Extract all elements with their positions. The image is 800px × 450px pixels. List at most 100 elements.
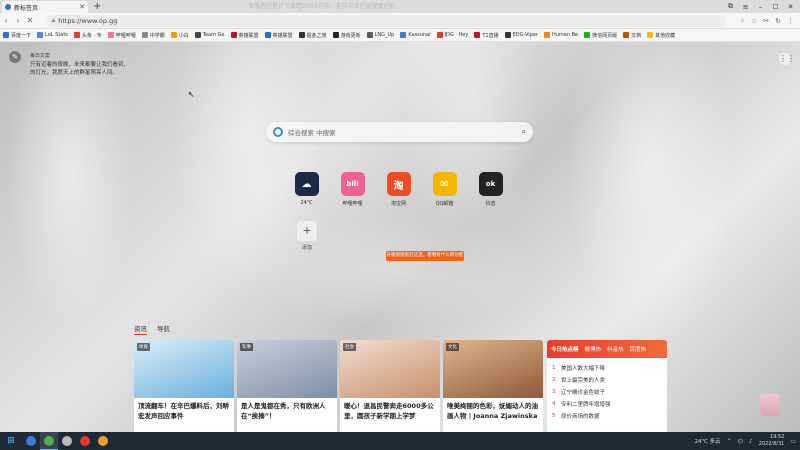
back-icon[interactable]: ‹: [0, 16, 12, 25]
hot-list-item[interactable]: 1 美国人数大幅下降: [552, 362, 662, 374]
tab-new-tab[interactable]: 新标签页 ✕: [2, 1, 88, 13]
qqmail-shortcut[interactable]: ✉ QQ邮箱: [430, 172, 459, 207]
news-card[interactable]: 军事 是人是鬼都在秀，只有欧洲人在“挨揍”！: [237, 340, 337, 432]
bookmark-label: T1直播: [482, 32, 499, 39]
bookmark-item[interactable]: 掘金之旅: [298, 32, 327, 39]
taskbar-app-icon[interactable]: [94, 432, 112, 450]
bookmark-label: 中学霸: [149, 32, 165, 39]
search-icon[interactable]: ⌕: [522, 127, 526, 137]
bookmark-item[interactable]: 中学霸: [141, 32, 165, 39]
news-card[interactable]: 体育顶流翻车！在辛巴爆料后，刘畊宏发声回应事件: [134, 340, 234, 432]
bookmark-favicon-icon: [436, 32, 443, 38]
taskbar-app-icon[interactable]: [76, 432, 94, 450]
app-glyph-icon: [44, 435, 54, 446]
hot-title: 专利二里牌年增增强: [561, 402, 611, 408]
shortcut-label: 抖音: [485, 201, 496, 207]
pin-icon[interactable]: ⧉: [723, 2, 738, 11]
hot-list-item[interactable]: 5 原价商场的数据: [552, 410, 662, 422]
bilibili-shortcut[interactable]: bili 哔哩哔哩: [338, 172, 367, 207]
tab-navigation[interactable]: 导航: [157, 323, 170, 335]
search-engine-icon[interactable]: [273, 127, 283, 137]
bookmark-item[interactable]: Kassunai: [400, 32, 431, 38]
news-card[interactable]: 文化 唯美绚丽的色彩，妩媚动人的油画人物 | Joanna Zjawinska: [443, 340, 543, 432]
clock[interactable]: 19:52 2022/8/31: [759, 434, 785, 448]
system-tray: 24℃ 多云 ⌃ ⌬ ♪ 19:52 2022/8/31 ▭: [695, 432, 796, 450]
bookmark-item[interactable]: 英雄联盟: [264, 32, 293, 39]
bookmark-item[interactable]: 其他收藏: [647, 32, 675, 39]
extensions-icon[interactable]: ✂: [763, 17, 769, 25]
bookmark-item[interactable]: JDG · Hey: [436, 32, 468, 38]
maximize-button[interactable]: ☐: [768, 3, 783, 11]
bookmark-item[interactable]: Human Be: [544, 32, 578, 38]
taskbar-apps: [22, 432, 112, 450]
favorite-star-icon[interactable]: ☆: [751, 17, 757, 25]
menu-icon[interactable]: ≡: [738, 3, 753, 11]
weather-shortcut[interactable]: ☁ 24℃: [292, 172, 321, 207]
upgrade-banner[interactable]: 升级新版就在这里，看看有什么新功能: [386, 251, 464, 261]
tray-chevron-icon[interactable]: ⌃: [727, 438, 732, 445]
bookmark-item[interactable]: 小白: [170, 32, 189, 39]
daily-quote: 每日文案 只有迈着的夜晚，未来都要让我们看到， 的灯光，我愿天上的群星照亮人间。: [30, 52, 160, 77]
taskbar-app-icon[interactable]: [58, 432, 76, 450]
bookmark-item[interactable]: EDG-Viper: [504, 32, 538, 38]
bookmark-item[interactable]: LNG_Up: [366, 32, 394, 38]
taskbar-app-icon[interactable]: [40, 432, 58, 450]
address-bar: ‹ › ✕ 🔒︎ https://www.op.gg ⚡ ☆ ✂ ↻ ⋮: [0, 13, 800, 29]
add-shortcut-button[interactable]: + 添加: [296, 221, 318, 251]
bookmark-item[interactable]: 百度一下: [3, 32, 31, 39]
news-title: 顶流翻车！在辛巴爆料后，刘畊宏发声回应事件: [138, 402, 229, 420]
more-icon[interactable]: ⋮: [787, 17, 794, 25]
speed-mode-icon[interactable]: ⚡: [740, 17, 745, 25]
hot-list-item[interactable]: 4 专利二里牌年增增强: [552, 398, 662, 410]
bookmark-item[interactable]: 哔哩哔哩: [107, 32, 136, 39]
bookmark-item[interactable]: 头条 · 专: [73, 32, 102, 39]
new-tab-button[interactable]: +: [93, 1, 101, 12]
skin-brush-icon[interactable]: ✎: [9, 51, 21, 63]
bookmark-item[interactable]: 英雄联盟: [230, 32, 259, 39]
tab-close-icon[interactable]: ✕: [79, 3, 85, 11]
taobao-shortcut[interactable]: 淘淘宝网: [384, 172, 413, 207]
news-image: 体育: [134, 340, 234, 398]
add-shortcut-label: 添加: [301, 245, 312, 251]
bookmark-item[interactable]: T1直播: [474, 32, 499, 39]
url-input[interactable]: 🔒︎ https://www.op.gg: [46, 15, 726, 27]
bookmark-item[interactable]: 文档: [623, 32, 641, 39]
bookmark-label: 其他收藏: [655, 32, 676, 39]
hot-tab[interactable]: 抖音热: [607, 345, 624, 353]
hot-list-item[interactable]: 2 世上最完美的人类: [552, 374, 662, 386]
search-input[interactable]: 综合搜索 中搜索 ⌕: [266, 122, 533, 142]
hot-tab[interactable]: 百度热: [630, 345, 647, 353]
url-text: https://www.op.gg: [58, 17, 118, 25]
volume-icon[interactable]: ♪: [749, 438, 753, 445]
notification-icon[interactable]: ▭: [790, 438, 796, 445]
bookmark-label: 哔哩哔哩: [115, 32, 136, 39]
close-window-button[interactable]: ✕: [783, 3, 798, 11]
douyin-shortcut[interactable]: ok 抖音: [476, 172, 505, 207]
tab-title: 新标签页: [14, 4, 39, 12]
bookmark-label: 英雄联盟: [238, 32, 259, 39]
tab-news[interactable]: 资讯: [134, 323, 147, 335]
news-card[interactable]: 社会 暖心！退昌民警奔走6000多公里，圆孩子新学期上学梦: [340, 340, 440, 432]
hot-rank: 3: [552, 389, 556, 395]
apps-grid-icon[interactable]: ⋮⋮: [779, 53, 795, 65]
quote-line: 只有迈着的夜晚，未来都要让我们看到，: [30, 62, 130, 68]
network-icon[interactable]: ⌬: [738, 438, 743, 445]
bookmark-item[interactable]: 微信网页版: [584, 32, 617, 39]
hot-list-item[interactable]: 3 辽宁确诊金色蚊子: [552, 386, 662, 398]
bilibili-icon: bili: [340, 172, 365, 196]
hot-tab[interactable]: 微博热: [585, 345, 602, 353]
minimize-button[interactable]: –: [753, 3, 768, 11]
forward-icon[interactable]: ›: [12, 16, 24, 25]
bookmark-item[interactable]: 游戏更新: [332, 32, 361, 39]
taskbar-app-icon[interactable]: [22, 432, 40, 450]
bookmark-item[interactable]: Team Ge: [194, 32, 225, 38]
mascot-icon[interactable]: [760, 394, 780, 416]
hot-tab[interactable]: 今日热点榜: [551, 345, 579, 353]
windows-start-icon[interactable]: ⊞: [0, 436, 22, 446]
bookmark-item[interactable]: LoL Stats: [37, 32, 68, 38]
refresh-icon[interactable]: ↻: [775, 17, 781, 25]
stop-loading-icon[interactable]: ✕: [24, 16, 36, 25]
news-tag: 军事: [240, 343, 253, 351]
weather-widget[interactable]: 24℃ 多云: [695, 437, 721, 445]
hot-title: 美国人数大幅下降: [561, 366, 606, 372]
